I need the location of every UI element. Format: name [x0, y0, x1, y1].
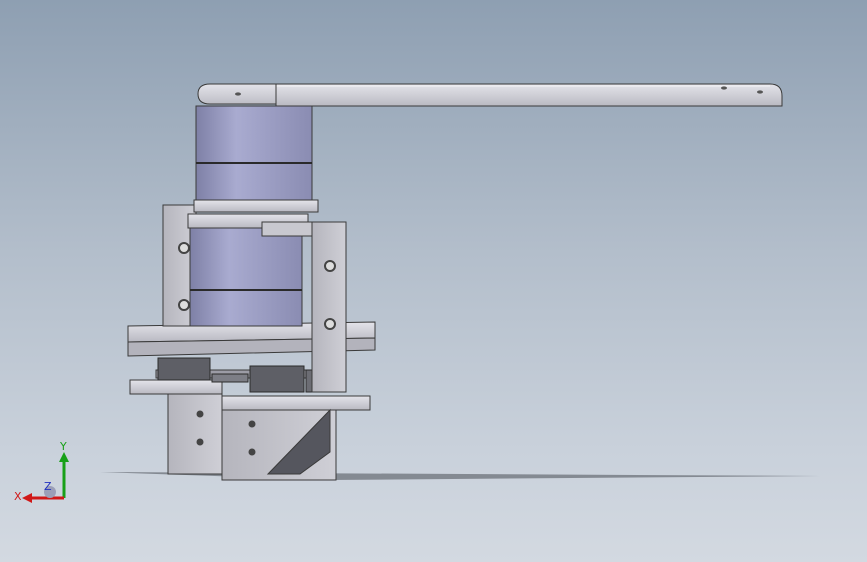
base-block-right[interactable]: [221, 395, 371, 481]
upper-motor-cylinder[interactable]: [193, 105, 319, 213]
coordinate-triad: Y X Z: [14, 440, 69, 503]
y-axis-arrowhead: [59, 452, 69, 462]
graphics-viewport[interactable]: Y X Z: [0, 0, 867, 562]
base-block-left[interactable]: [129, 379, 223, 475]
x-axis-arrowhead: [22, 493, 32, 503]
z-axis-label: Z: [44, 480, 52, 493]
x-axis-label: X: [14, 490, 22, 503]
y-axis-label: Y: [59, 440, 67, 453]
arm-link[interactable]: [197, 83, 783, 107]
robot-arm-3d-model[interactable]: [0, 0, 867, 562]
